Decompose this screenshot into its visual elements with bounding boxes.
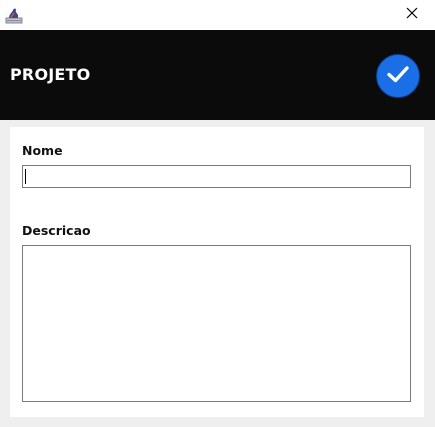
description-label: Descricao xyxy=(22,223,91,238)
name-label: Nome xyxy=(22,143,63,158)
close-icon xyxy=(406,6,418,24)
header-banner: PROJETO xyxy=(0,30,435,120)
form-panel: Nome Descricao xyxy=(10,127,424,417)
page-title: PROJETO xyxy=(10,65,91,84)
window: PROJETO Nome Descricao xyxy=(0,0,435,427)
description-textarea[interactable] xyxy=(22,245,411,402)
close-button[interactable] xyxy=(389,0,435,30)
text-caret xyxy=(25,169,26,184)
java-app-icon xyxy=(5,6,23,24)
form-container: Nome Descricao xyxy=(0,120,435,427)
title-bar xyxy=(0,0,435,30)
confirm-button[interactable] xyxy=(376,54,420,98)
checkmark-icon xyxy=(386,64,410,89)
name-input[interactable] xyxy=(22,165,411,188)
